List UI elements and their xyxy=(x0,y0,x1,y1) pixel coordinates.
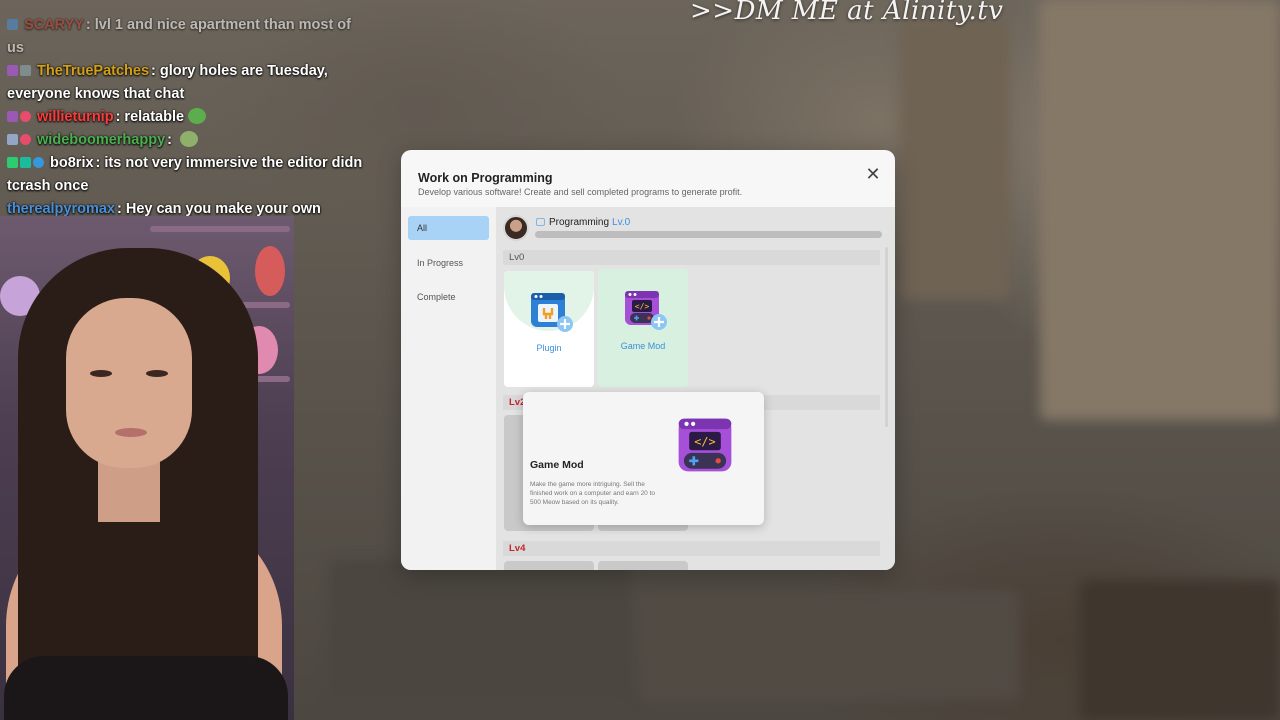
chat-username[interactable]: wideboomerhappy xyxy=(37,132,165,148)
badge-icon xyxy=(7,65,18,76)
game-mod-tooltip: </> Game Mod Make the game more intrigui… xyxy=(523,392,764,525)
badge-icon xyxy=(20,65,31,76)
eye xyxy=(90,370,112,377)
skill-progress-bar xyxy=(535,231,882,238)
wall-panel xyxy=(1040,0,1280,420)
floor-object xyxy=(330,560,630,700)
level-header-lv0: Lv0 xyxy=(503,250,880,265)
plugin-label: Plugin xyxy=(536,343,562,353)
dialog-sidebar: All In Progress Complete xyxy=(401,207,496,570)
pepe-emote-icon xyxy=(188,108,207,124)
streamer-top xyxy=(4,656,288,720)
badge-icon xyxy=(20,157,31,168)
chat-username[interactable]: bo8rix xyxy=(50,155,94,171)
tab-complete[interactable]: Complete xyxy=(408,285,489,309)
plugin-icon xyxy=(531,293,573,332)
game-mod-card[interactable]: </> Game Mod xyxy=(598,269,688,387)
chat-text: relatable xyxy=(124,109,185,125)
level-header-lv4: Lv4 xyxy=(503,541,880,556)
heart-icon xyxy=(20,111,31,122)
skill-name: Programming xyxy=(549,217,610,228)
svg-text:</>: </> xyxy=(635,302,650,311)
chat-message: wideboomerhappy: xyxy=(7,129,367,152)
plugin-card[interactable]: Plugin xyxy=(504,271,594,387)
tooltip-description: Make the game more intriguing. Sell the … xyxy=(530,481,656,506)
badge-icon xyxy=(33,157,44,168)
scrollbar[interactable] xyxy=(885,247,888,427)
skill-level: Lv.0 xyxy=(612,217,631,228)
dialog-subtitle: Develop various software! Create and sel… xyxy=(418,187,743,197)
plush-toy xyxy=(255,246,285,296)
chat-message: SCARYY: lvl 1 and nice apartment than mo… xyxy=(7,17,351,56)
programming-skill-icon xyxy=(536,218,545,226)
tab-all[interactable]: All xyxy=(408,216,489,240)
stream-chat: SCARYY: lvl 1 and nice apartment than mo… xyxy=(7,14,367,244)
game-mod-icon: </> xyxy=(625,291,667,330)
svg-text:</>: </> xyxy=(694,435,715,449)
floor-dark xyxy=(1080,580,1280,720)
skill-title: Programming Lv.0 xyxy=(549,217,630,228)
locked-card[interactable] xyxy=(598,561,688,570)
webcam-feed xyxy=(0,216,294,720)
chat-username[interactable]: therealpyromax xyxy=(7,201,115,217)
lips xyxy=(115,428,147,437)
chat-username[interactable]: TheTruePatches xyxy=(37,63,149,79)
badge-icon xyxy=(7,19,18,30)
dialog-title: Work on Programming xyxy=(418,171,553,185)
heart-icon xyxy=(20,134,31,145)
tooltip-title: Game Mod xyxy=(530,459,584,471)
shelf xyxy=(150,226,290,232)
chat-message: willieturnip: relatable xyxy=(7,106,367,129)
chat-username[interactable]: SCARYY xyxy=(24,17,84,33)
promo-overlay-text: >>DM ME at Alinity.tv xyxy=(690,0,1004,26)
doorway xyxy=(900,20,1010,300)
chat-message: TheTruePatches: glory holes are Tuesday,… xyxy=(7,63,328,102)
avatar xyxy=(503,215,529,241)
badge-icon xyxy=(7,111,18,122)
game-mod-label: Game Mod xyxy=(620,341,666,351)
chat-username[interactable]: willieturnip xyxy=(37,109,114,125)
locked-card[interactable] xyxy=(504,561,594,570)
tab-in-progress[interactable]: In Progress xyxy=(408,251,489,275)
check-badge-icon xyxy=(7,157,18,168)
streamer-face xyxy=(66,298,192,468)
chat-message: bo8rix: its not very immersive the edito… xyxy=(7,155,363,194)
eye xyxy=(146,370,168,377)
desk-shadow xyxy=(640,590,1020,700)
game-mod-icon: </> xyxy=(678,418,732,472)
close-icon[interactable]: ✕ xyxy=(863,164,883,184)
badge-icon xyxy=(7,134,18,145)
emote-icon xyxy=(180,131,198,147)
